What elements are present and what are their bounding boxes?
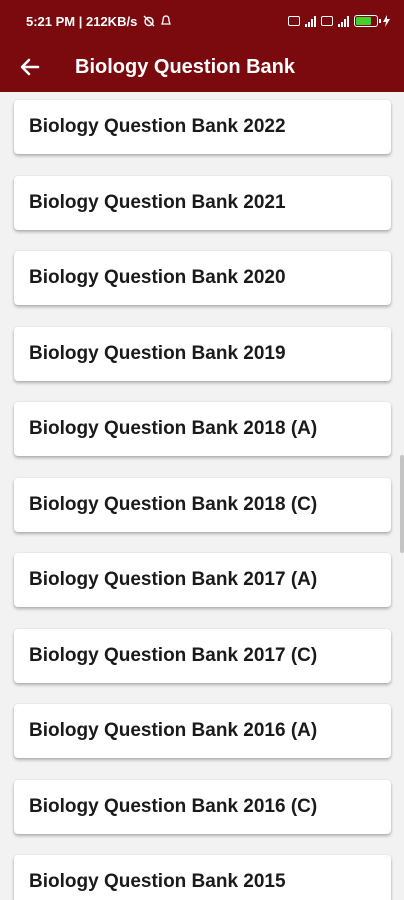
page-title: Biology Question Bank [75,55,296,78]
list-item-2017-c[interactable]: Biology Question Bank 2017 (C) [14,629,391,683]
status-bar: 5:21 PM | 212KB/s [0,0,404,42]
list-item-label: Biology Question Bank 2019 [29,343,286,364]
list-item-label: Biology Question Bank 2016 (C) [29,796,318,817]
arrow-left-icon [20,58,40,76]
list-item-label: Biology Question Bank 2018 (C) [29,494,318,515]
list-item-2016-a[interactable]: Biology Question Bank 2016 (A) [14,704,391,758]
list-item-2021[interactable]: Biology Question Bank 2021 [14,176,391,230]
charging-icon [383,15,390,27]
battery-icon [354,15,381,27]
list-item-label: Biology Question Bank 2017 (C) [29,645,318,666]
toolbar: Biology Question Bank [0,42,404,92]
question-bank-list[interactable]: Biology Question Bank 2022 Biology Quest… [0,92,404,900]
list-item-2017-a[interactable]: Biology Question Bank 2017 (A) [14,553,391,607]
sim-one-icon [288,16,300,26]
app-bar: 5:21 PM | 212KB/s Biology Question Bank [0,0,404,92]
list-item-2022[interactable]: Biology Question Bank 2022 [14,100,391,154]
list-item-label: Biology Question Bank 2015 [29,871,286,892]
signal-two-icon [338,15,349,27]
list-item-2015[interactable]: Biology Question Bank 2015 [14,855,391,900]
sim-two-icon [321,16,333,26]
list-item-label: Biology Question Bank 2021 [29,192,286,213]
list-item-label: Biology Question Bank 2020 [29,267,286,288]
list-item-label: Biology Question Bank 2017 (A) [29,569,318,590]
list-item-2018-a[interactable]: Biology Question Bank 2018 (A) [14,402,391,456]
list-item-label: Biology Question Bank 2018 (A) [29,418,318,439]
list-item-label: Biology Question Bank 2016 (A) [29,720,318,741]
list-item-2019[interactable]: Biology Question Bank 2019 [14,327,391,381]
status-left: 5:21 PM | 212KB/s [26,13,172,29]
status-right [288,15,390,27]
list-item-2018-c[interactable]: Biology Question Bank 2018 (C) [14,478,391,532]
back-button[interactable] [0,42,60,92]
notification-icon [161,15,172,25]
list-item-2016-c[interactable]: Biology Question Bank 2016 (C) [14,780,391,834]
status-time-speed: 5:21 PM | 212KB/s [26,13,138,29]
signal-one-icon [305,15,316,27]
list-item-2020[interactable]: Biology Question Bank 2020 [14,251,391,305]
scrollbar-thumb[interactable] [400,455,404,553]
list-item-label: Biology Question Bank 2022 [29,116,286,137]
alarm-off-icon [143,15,155,27]
